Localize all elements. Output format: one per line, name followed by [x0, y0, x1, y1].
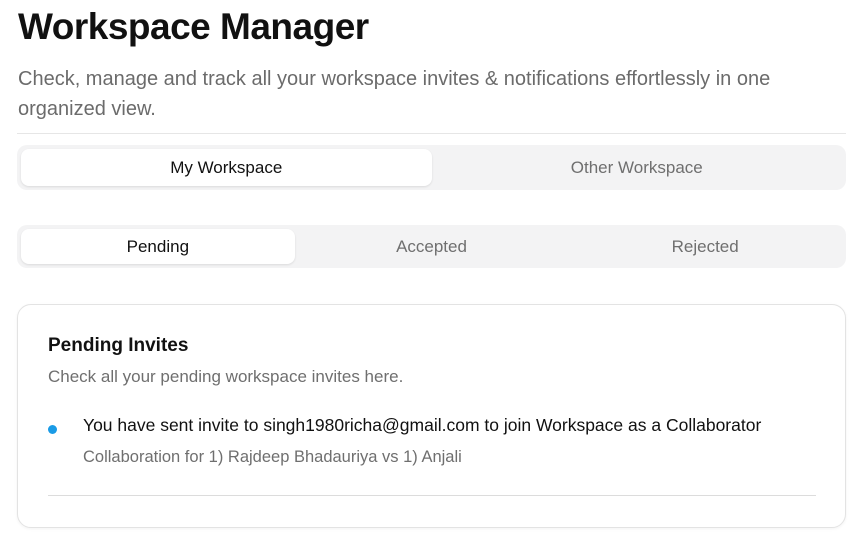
page-subtitle: Check, manage and track all your workspa…	[18, 68, 771, 120]
tab-pending[interactable]: Pending	[21, 229, 295, 264]
page-title: Workspace Manager	[18, 6, 369, 47]
list-item: You have sent invite to singh1980richa@g…	[48, 415, 818, 475]
card-description: Check all your pending workspace invites…	[48, 367, 404, 386]
workspace-switch: My Workspace Other Workspace	[17, 145, 846, 190]
invite-message: You have sent invite to singh1980richa@g…	[83, 415, 762, 435]
bullet-dot-icon	[48, 425, 57, 434]
card-title: Pending Invites	[48, 335, 189, 356]
tab-accepted[interactable]: Accepted	[295, 229, 569, 264]
invite-detail: Collaboration for 1) Rajdeep Bhadauriya …	[83, 448, 462, 466]
tab-my-workspace[interactable]: My Workspace	[21, 149, 432, 186]
tab-other-workspace[interactable]: Other Workspace	[432, 149, 843, 186]
header-divider	[17, 133, 846, 134]
list-divider	[48, 495, 816, 496]
status-tabs: Pending Accepted Rejected	[17, 225, 846, 268]
tab-rejected[interactable]: Rejected	[568, 229, 842, 264]
pending-invites-card: Pending Invites Check all your pending w…	[17, 304, 846, 528]
